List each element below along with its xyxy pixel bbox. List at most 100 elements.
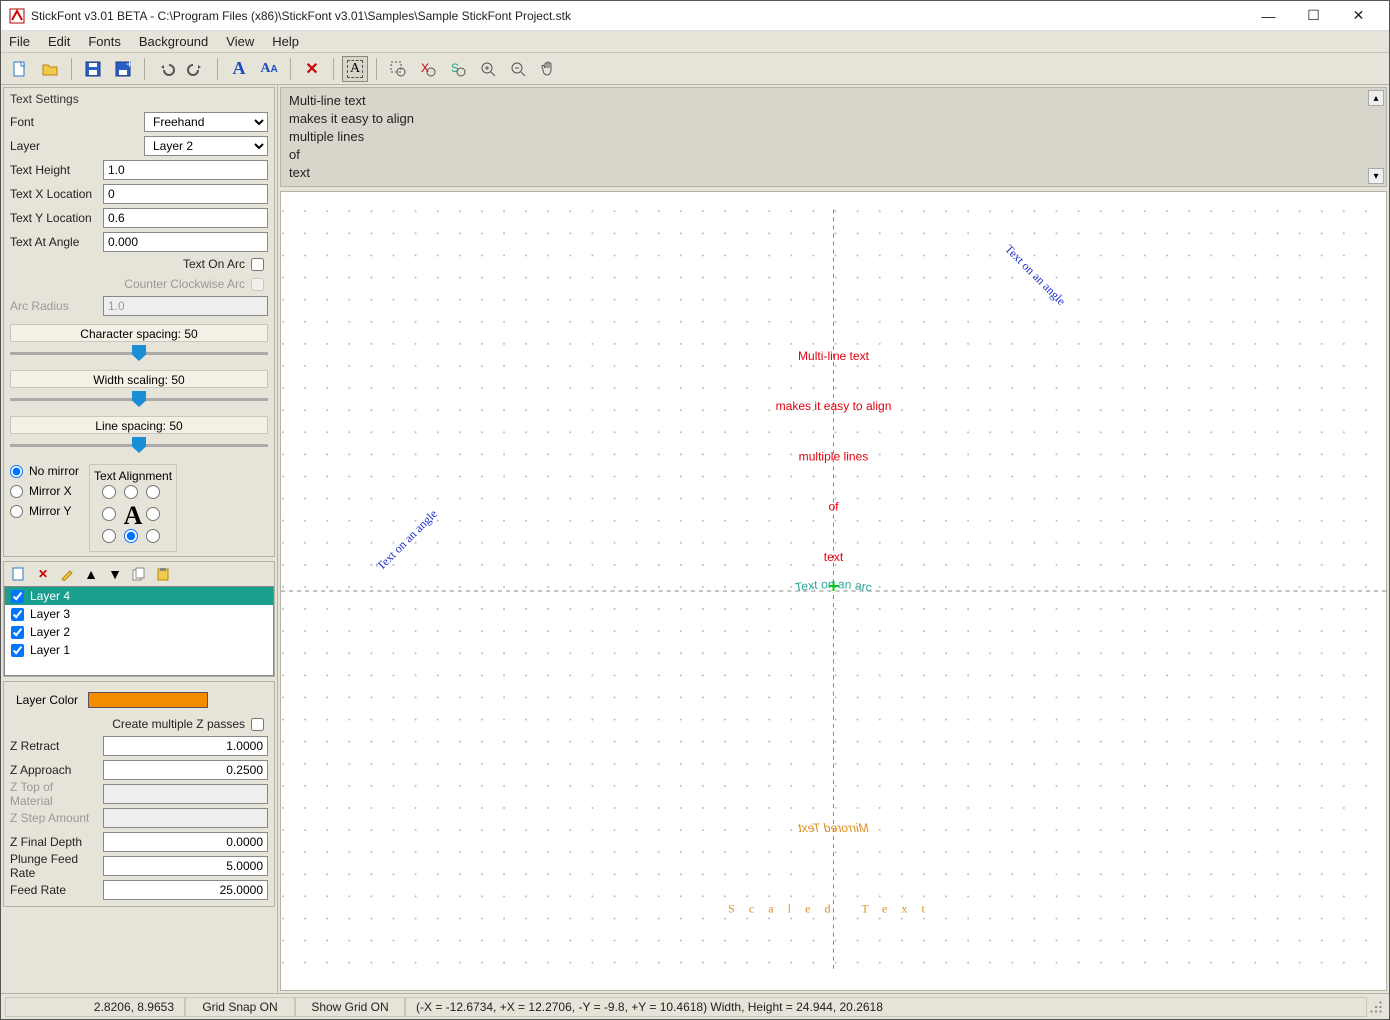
menu-background[interactable]: Background [139, 34, 208, 49]
menu-help[interactable]: Help [272, 34, 299, 49]
window-title: StickFont v3.01 BETA - C:\Program Files … [31, 9, 1246, 23]
preview-line: of [289, 146, 1378, 164]
close-button[interactable]: ✕ [1336, 2, 1381, 30]
layer-paste-icon[interactable] [154, 565, 172, 583]
zoom-x-icon[interactable]: X [415, 56, 441, 82]
minimize-button[interactable]: — [1246, 2, 1291, 30]
preview-line: multiple lines [289, 128, 1378, 146]
align-bc[interactable] [124, 529, 138, 543]
char-spacing-label: Character spacing: 50 [10, 324, 268, 342]
layers-list[interactable]: Layer 4 Layer 3 Layer 2 Layer 1 [4, 586, 274, 676]
save-as-icon[interactable]: + [110, 56, 136, 82]
svg-text:+: + [126, 60, 132, 71]
no-mirror-radio[interactable]: No mirror [10, 464, 79, 478]
zoom-in-icon[interactable] [475, 56, 501, 82]
font-aa-icon[interactable]: AA [256, 56, 282, 82]
text-settings-panel: Text Settings Font Freehand Layer Layer … [3, 87, 275, 557]
text-height-input[interactable] [103, 160, 268, 180]
status-show-grid[interactable]: Show Grid ON [295, 997, 405, 1017]
menu-edit[interactable]: Edit [48, 34, 70, 49]
layer-item-3[interactable]: Layer 3 [5, 605, 273, 623]
text-on-arc-label: Text On Arc [183, 257, 245, 271]
save-icon[interactable] [80, 56, 106, 82]
preview-scroll-up[interactable]: ▴ [1368, 90, 1384, 106]
align-ml[interactable] [102, 507, 116, 521]
text-settings-title: Text Settings [10, 92, 268, 106]
layer-copy-icon[interactable] [130, 565, 148, 583]
status-grid-snap[interactable]: Grid Snap ON [185, 997, 295, 1017]
svg-text:text: text [824, 550, 844, 564]
layer-up-icon[interactable]: ▲ [82, 565, 100, 583]
titlebar: StickFont v3.01 BETA - C:\Program Files … [1, 1, 1389, 31]
width-scaling-label: Width scaling: 50 [10, 370, 268, 388]
preview-scroll-down[interactable]: ▾ [1368, 168, 1384, 184]
canvas[interactable]: Multi-line text makes it easy to align m… [280, 191, 1387, 991]
new-file-icon[interactable] [7, 56, 33, 82]
menu-view[interactable]: View [226, 34, 254, 49]
width-scaling-slider[interactable] [10, 388, 268, 410]
z-approach-label: Z Approach [10, 763, 99, 777]
menu-fonts[interactable]: Fonts [88, 34, 121, 49]
layer-color-swatch[interactable] [88, 692, 208, 708]
mirror-y-radio[interactable]: Mirror Y [10, 504, 79, 518]
text-angle-input[interactable] [103, 232, 268, 252]
canvas-scaled: Scaled Text [728, 901, 939, 915]
z-final-input[interactable] [103, 832, 268, 852]
alignment-grid: A [102, 485, 164, 547]
layer-item-4[interactable]: Layer 4 [5, 587, 273, 605]
z-top-input [103, 784, 268, 804]
zoom-out-icon[interactable] [505, 56, 531, 82]
open-file-icon[interactable] [37, 56, 63, 82]
feed-label: Feed Rate [10, 883, 99, 897]
feed-input[interactable] [103, 880, 268, 900]
mirror-x-radio[interactable]: Mirror X [10, 484, 79, 498]
align-tl[interactable] [102, 485, 116, 499]
plunge-label: Plunge Feed Rate [10, 852, 99, 880]
redo-icon[interactable] [183, 56, 209, 82]
text-preview[interactable]: Multi-line text makes it easy to align m… [280, 87, 1387, 187]
line-spacing-slider[interactable] [10, 434, 268, 456]
layer-delete-icon[interactable]: ✕ [34, 565, 52, 583]
zoom-s-icon[interactable]: S [445, 56, 471, 82]
z-retract-label: Z Retract [10, 739, 99, 753]
text-on-arc-checkbox[interactable] [251, 258, 264, 271]
text-y-input[interactable] [103, 208, 268, 228]
ccw-arc-label: Counter Clockwise Arc [124, 277, 245, 291]
svg-text:Multi-line text: Multi-line text [798, 349, 870, 363]
z-approach-input[interactable] [103, 760, 268, 780]
app-icon [9, 8, 25, 24]
line-spacing-label: Line spacing: 50 [10, 416, 268, 434]
maximize-button[interactable]: ☐ [1291, 2, 1336, 30]
z-step-label: Z Step Amount [10, 811, 99, 825]
align-bl[interactable] [102, 529, 116, 543]
layer-down-icon[interactable]: ▼ [106, 565, 124, 583]
z-final-label: Z Final Depth [10, 835, 99, 849]
font-select[interactable]: Freehand [144, 112, 268, 132]
layer-select[interactable]: Layer 2 [144, 136, 268, 156]
undo-icon[interactable] [153, 56, 179, 82]
layer-item-1[interactable]: Layer 1 [5, 641, 273, 659]
align-mr[interactable] [146, 507, 160, 521]
multi-z-checkbox[interactable] [251, 718, 264, 731]
layer-edit-icon[interactable] [58, 565, 76, 583]
z-retract-input[interactable] [103, 736, 268, 756]
pan-hand-icon[interactable] [535, 56, 561, 82]
layer-new-icon[interactable] [10, 565, 28, 583]
select-text-icon[interactable]: A [342, 56, 368, 82]
align-br[interactable] [146, 529, 160, 543]
resize-grip-icon[interactable] [1367, 998, 1385, 1016]
char-spacing-slider[interactable] [10, 342, 268, 364]
align-tc[interactable] [124, 485, 138, 499]
status-extents: (-X = -12.6734, +X = 12.2706, -Y = -9.8,… [405, 997, 1367, 1017]
zoom-window-icon[interactable] [385, 56, 411, 82]
plunge-input[interactable] [103, 856, 268, 876]
text-angle-label: Text At Angle [10, 235, 99, 249]
menu-file[interactable]: File [9, 34, 30, 49]
align-tr[interactable] [146, 485, 160, 499]
delete-icon[interactable]: ✕ [299, 56, 325, 82]
text-x-input[interactable] [103, 184, 268, 204]
layer-item-2[interactable]: Layer 2 [5, 623, 273, 641]
sidebar: Text Settings Font Freehand Layer Layer … [1, 85, 278, 993]
font-a-icon[interactable]: A [226, 56, 252, 82]
svg-text:S: S [451, 61, 459, 75]
